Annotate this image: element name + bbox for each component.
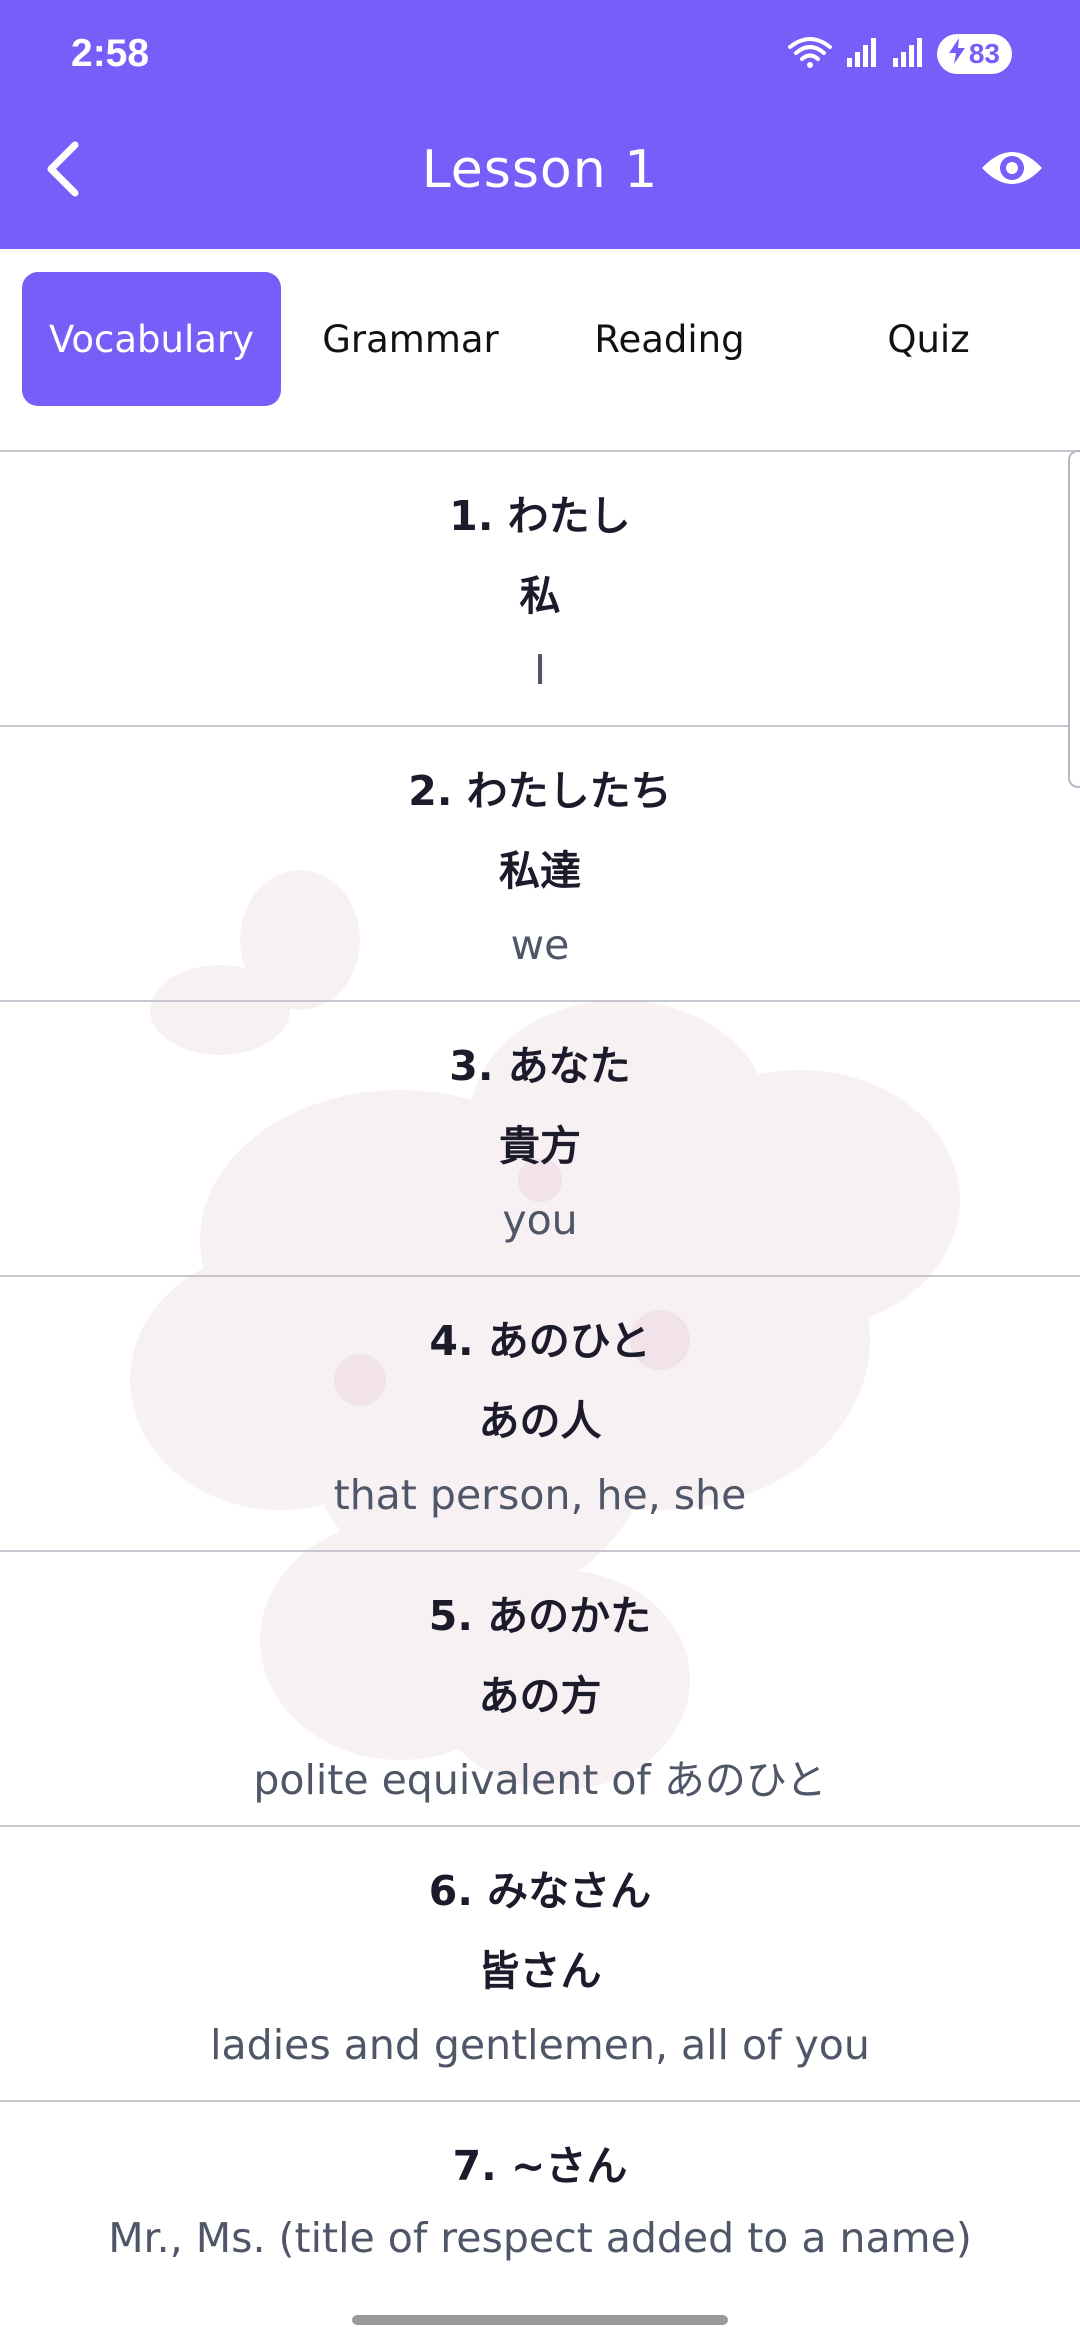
vocab-reading: 7. ~さん [452,2142,628,2190]
vocab-meaning: polite equivalent of あのひと [253,1756,827,1804]
list-item[interactable]: 3. あなた 貴方 you [0,1000,1080,1275]
vocab-meaning: you [502,1196,578,1244]
battery-indicator: 83 [936,34,1012,74]
wifi-icon [787,35,833,73]
vocab-meaning: ladies and gentlemen, all of you [210,2021,870,2069]
vocab-kanji: 皆さん [478,1947,602,1995]
tab-grammar[interactable]: Grammar [281,272,540,406]
vocab-reading: 3. あなた [449,1042,631,1090]
tab-reading[interactable]: Reading [540,272,799,406]
vocab-kanji: あの人 [478,1397,602,1445]
app-header: 2:58 83 Lesson 1 [0,0,1080,249]
vocab-reading: 4. あのひと [429,1317,651,1365]
tab-vocabulary[interactable]: Vocabulary [22,272,281,406]
vocab-kanji: 私達 [499,847,581,895]
vocab-kanji: 貴方 [499,1122,581,1170]
vocab-meaning: that person, he, she [333,1471,747,1519]
signal-icon [845,36,879,72]
charging-bolt-icon [948,37,965,71]
battery-level: 83 [968,38,1000,69]
toggle-visibility-button[interactable] [976,140,1048,200]
vocab-reading: 6. みなさん [428,1867,652,1915]
lesson-tabs: Vocabulary Grammar Reading Quiz [22,272,1058,406]
lesson-screen: 2:58 83 Lesson 1 Vocabulary Grammar Read… [0,0,1080,2340]
status-time: 2:58 [71,32,150,75]
scrollbar[interactable] [1068,450,1080,788]
vocab-kanji: 私 [519,572,561,620]
vocab-reading: 5. あのかた [428,1592,652,1640]
list-item[interactable]: 4. あのひと あの人 that person, he, she [0,1275,1080,1550]
home-indicator[interactable] [352,2315,728,2325]
list-item[interactable]: 5. あのかた あの方 polite equivalent of あのひと [0,1550,1080,1825]
signal-icon-2 [891,36,925,72]
vocab-kanji: あの方 [478,1672,602,1720]
vocab-meaning: we [510,921,570,969]
list-item[interactable]: 6. みなさん 皆さん ladies and gentlemen, all of… [0,1825,1080,2100]
vocabulary-list[interactable]: 1. わたし 私 I 2. わたしたち 私達 we 3. あなた 貴方 you … [0,450,1080,2340]
page-title: Lesson 1 [421,140,659,200]
tab-quiz[interactable]: Quiz [799,272,1058,406]
list-item[interactable]: 7. ~さん Mr., Ms. (title of respect added … [0,2100,1080,2340]
status-icons: 83 [787,34,1012,74]
list-item[interactable]: 2. わたしたち 私達 we [0,725,1080,1000]
vocab-meaning: I [533,646,547,694]
vocab-reading: 1. わたし [449,492,631,540]
eye-icon [980,146,1044,194]
vocab-meaning: Mr., Ms. (title of respect added to a na… [108,2214,972,2262]
list-item[interactable]: 1. わたし 私 I [0,450,1080,725]
vocab-reading: 2. わたしたち [408,767,672,815]
